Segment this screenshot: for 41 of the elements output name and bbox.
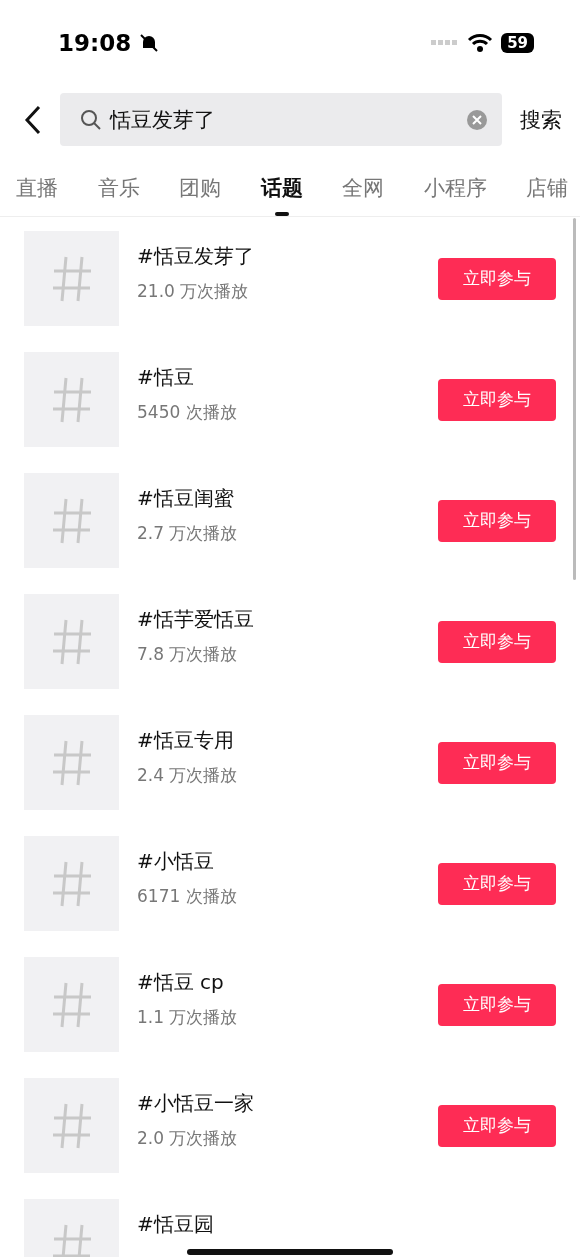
topic-title[interactable]: #恬芋爱恬豆	[137, 606, 420, 633]
join-button[interactable]: 立即参与	[438, 862, 556, 905]
category-tab[interactable]: 小程序	[423, 164, 487, 212]
play-count: 5450 次播放	[137, 401, 238, 424]
topic-title[interactable]: #恬豆专用	[137, 727, 420, 754]
play-count: 21.0 万次播放	[137, 280, 250, 303]
topic-title[interactable]: #恬豆	[137, 364, 420, 391]
join-button[interactable]: 立即参与	[438, 1104, 556, 1147]
topic-title[interactable]: #恬豆闺蜜	[137, 485, 420, 512]
join-button[interactable]: 立即参与	[438, 983, 556, 1026]
join-button[interactable]: 立即参与	[438, 257, 556, 300]
play-count: 2.0 万次播放	[137, 1127, 239, 1150]
play-count: 6171 次播放	[137, 885, 238, 908]
category-tab[interactable]: 团购	[179, 164, 221, 212]
clear-icon[interactable]	[466, 108, 488, 131]
play-count: 7.8 万次播放	[137, 643, 239, 666]
category-tab[interactable]: 音乐	[97, 164, 140, 212]
category-tab[interactable]: 直播	[16, 164, 58, 212]
topic-title[interactable]: #恬豆发芽了	[137, 243, 420, 270]
battery-level: 59	[501, 32, 534, 53]
bell-muted-icon	[139, 32, 160, 53]
play-count: 2.7 万次播放	[137, 522, 239, 545]
topic-title[interactable]: #小恬豆一家	[137, 1090, 420, 1117]
topic-title[interactable]: #恬豆 cp	[137, 969, 420, 996]
status-time: 19:08	[58, 29, 132, 56]
category-tab[interactable]: 全网	[342, 164, 384, 212]
back-icon[interactable]	[24, 104, 42, 135]
search-icon	[80, 108, 102, 131]
search-button[interactable]: 搜索	[520, 105, 562, 134]
wifi-icon	[467, 32, 494, 53]
join-button[interactable]: 立即参与	[438, 620, 556, 663]
play-count: 2.4 万次播放	[137, 764, 239, 787]
join-button[interactable]: 立即参与	[438, 499, 556, 542]
join-button[interactable]: 立即参与	[438, 741, 556, 784]
topic-title[interactable]: #恬豆园	[137, 1211, 556, 1238]
search-field[interactable]: 恬豆发芽了	[60, 93, 502, 146]
join-button[interactable]: 立即参与	[438, 378, 556, 421]
play-count: 1.1 万次播放	[137, 1006, 239, 1029]
category-tab[interactable]: 店铺	[526, 164, 568, 212]
signal-icon	[431, 39, 460, 46]
topic-title[interactable]: #小恬豆	[137, 848, 420, 875]
